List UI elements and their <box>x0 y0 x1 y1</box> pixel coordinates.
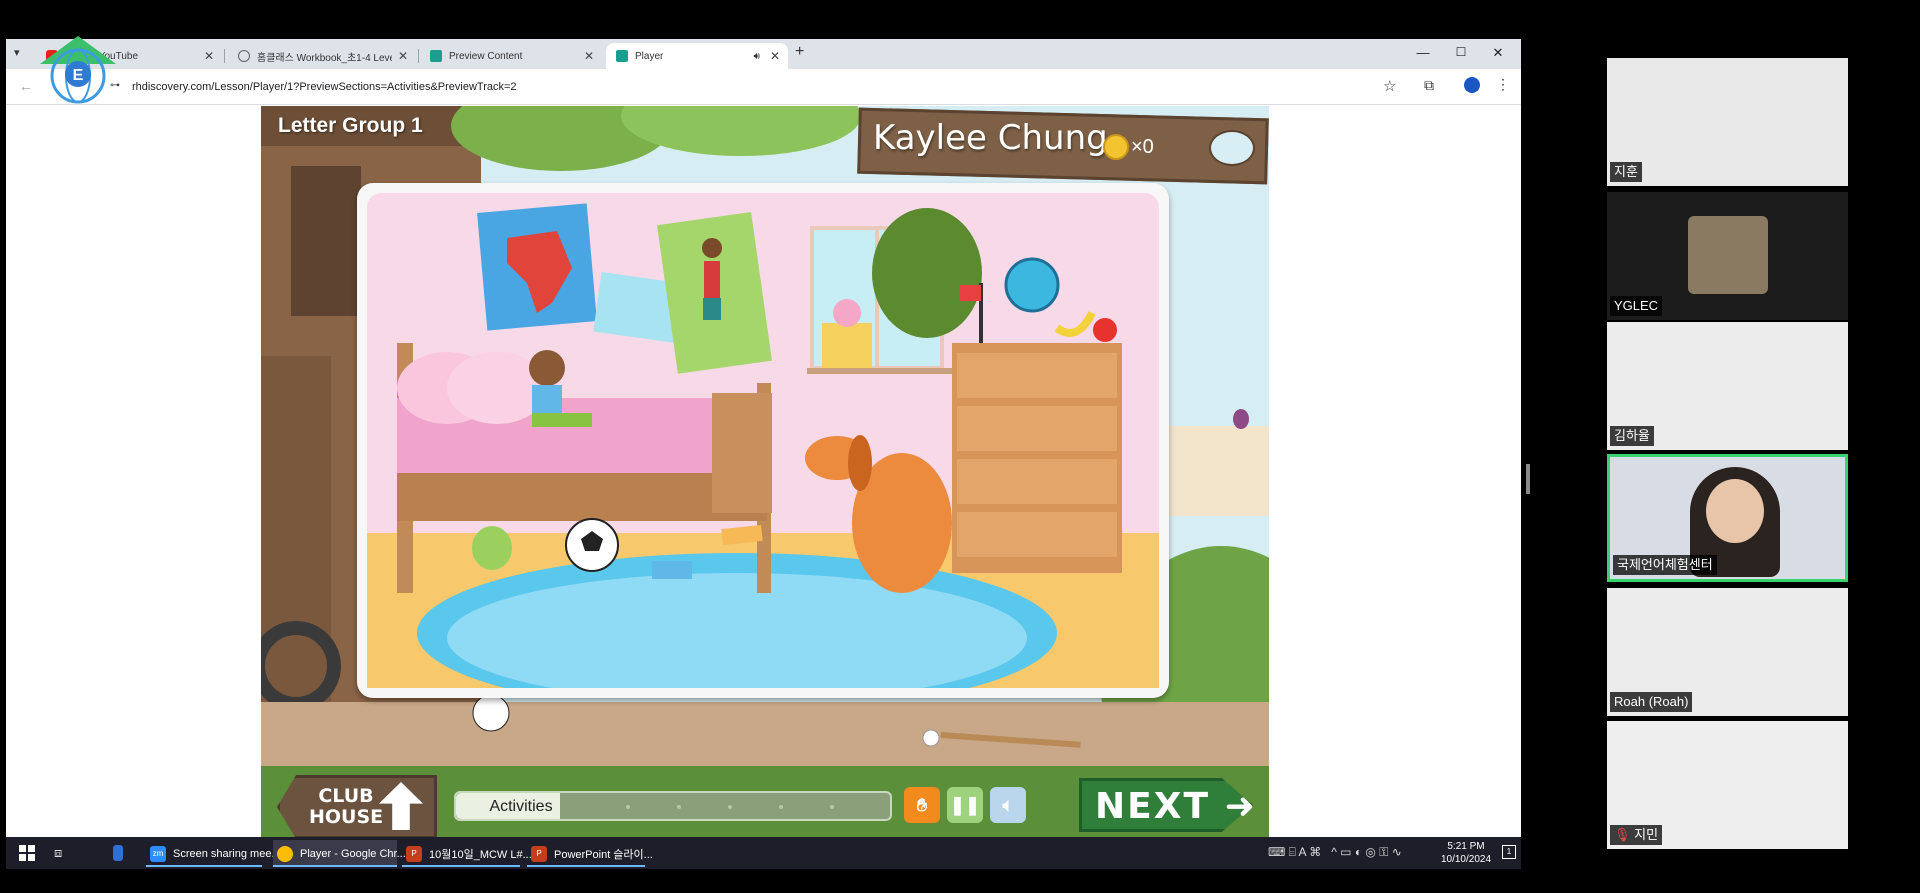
center-logo: E <box>40 36 116 104</box>
window-close-icon[interactable]: ✕ <box>1486 45 1510 61</box>
avatar <box>1688 216 1768 294</box>
notification-icon[interactable]: 1 <box>1502 845 1516 859</box>
taskbar-item-label: Screen sharing mee... <box>173 847 281 860</box>
tab-workbook[interactable]: 홈클래스 Workbook_초1-4 Leve ✕ <box>228 43 416 69</box>
powerpoint-icon: P <box>406 845 422 862</box>
next-text: NEXT <box>1095 786 1211 827</box>
participant-name: 김하율 <box>1610 426 1654 446</box>
taskbar-item-label: Player - Google Chr... <box>300 847 406 860</box>
participant-name: 🎙︎ 지민 <box>1610 825 1663 845</box>
taskbar-item-label: PowerPoint 슬라이... <box>554 848 653 861</box>
minimize-icon[interactable]: — <box>1411 45 1435 60</box>
participant-tile[interactable]: 김하율 <box>1607 322 1848 450</box>
progress-dot <box>779 805 783 809</box>
pinned-app-icon[interactable] <box>113 845 123 861</box>
bedroom-scene <box>367 193 1159 688</box>
muted-mic-icon: 🎙︎ <box>1614 827 1631 842</box>
kebab-menu-icon[interactable]: ⋮ <box>1496 76 1510 93</box>
progress-dot <box>626 805 630 809</box>
clubhouse-label-line1: CLUB <box>318 785 374 807</box>
svg-text:E: E <box>73 67 84 84</box>
participant-name-text: 지민 <box>1634 827 1659 842</box>
bookmark-star-icon[interactable]: ☆ <box>1383 77 1396 95</box>
tab-player[interactable]: Player 🔊︎ ✕ <box>606 43 788 69</box>
zoom-icon: zm <box>150 845 166 862</box>
tab-search-chevron-icon[interactable]: ▾ <box>14 46 20 59</box>
extensions-puzzle-icon[interactable]: ⧉ <box>1424 77 1434 94</box>
running-indicator <box>273 865 397 867</box>
running-indicator <box>402 865 520 867</box>
tab-label: 홈클래스 Workbook_초1-4 Leve <box>257 52 392 64</box>
audio-speaker-button[interactable]: 🔈︎ <box>990 787 1026 823</box>
tab-bar: ▾ ...ong - YouTube ✕ 홈클래스 Workbook_초1-4 … <box>6 39 1521 69</box>
butterfly-icon <box>616 50 628 62</box>
progress-dot <box>677 805 681 809</box>
close-icon[interactable]: ✕ <box>204 49 214 63</box>
windows-taskbar: ⧈ zm Screen sharing mee... Player - Goog… <box>6 837 1521 869</box>
taskbar-item-zoom[interactable]: zm Screen sharing mee... <box>146 840 281 867</box>
task-view-icon[interactable]: ⧈ <box>54 845 62 861</box>
browser-window: ▾ ...ong - YouTube ✕ 홈클래스 Workbook_초1-4 … <box>6 39 1521 837</box>
taskbar-item-chrome[interactable]: Player - Google Chr... <box>273 840 406 867</box>
split-resize-handle[interactable] <box>1526 464 1530 494</box>
pause-button[interactable]: ❚❚ <box>947 787 983 823</box>
tab-divider <box>418 49 419 63</box>
profile-avatar-icon[interactable] <box>1464 77 1480 93</box>
clubhouse-label: CLUB HOUSE <box>309 786 383 828</box>
audio-playing-icon[interactable]: 🔊︎ <box>754 51 760 62</box>
player-name: Kaylee Chung <box>873 118 1108 158</box>
taskbar-item-powerpoint-slideshow[interactable]: P PowerPoint 슬라이... <box>527 840 653 867</box>
running-indicator <box>527 865 645 867</box>
tab-divider <box>224 49 225 63</box>
progress-dot <box>728 805 732 809</box>
treehouse-icon[interactable] <box>1209 130 1255 166</box>
participant-tile[interactable]: YGLEC <box>1607 192 1848 320</box>
tab-label: Player <box>635 50 664 62</box>
participant-tile[interactable]: 지훈 <box>1607 58 1848 186</box>
taskbar-item-label: 10월10일_MCW L#... <box>429 848 532 861</box>
close-icon[interactable]: ✕ <box>398 49 408 63</box>
close-icon[interactable]: ✕ <box>770 49 780 63</box>
tab-label: Preview Content <box>449 50 523 62</box>
coin-icon <box>1103 134 1129 160</box>
participant-name: YGLEC <box>1610 296 1663 316</box>
running-indicator <box>146 865 262 867</box>
windows-start-icon[interactable] <box>19 845 35 861</box>
help-hand-button[interactable]: ✋︎ <box>904 787 940 823</box>
game-player: Letter Group 1 Kaylee Chung ×0 CLUB HOUS… <box>261 106 1269 837</box>
participant-tile[interactable]: Roah (Roah) <box>1607 588 1848 716</box>
powerpoint-icon: P <box>531 845 547 862</box>
coin-count: ×0 <box>1131 136 1154 158</box>
participant-gallery: 지훈 YGLEC 김하율 국제언어체험센터 Roah (Roah) 🎙︎ 지민 <box>1607 58 1848 849</box>
participant-tile[interactable]: 🎙︎ 지민 <box>1607 721 1848 849</box>
close-icon[interactable]: ✕ <box>584 49 594 63</box>
progress-dot <box>830 805 834 809</box>
maximize-icon[interactable]: ☐ <box>1449 45 1473 59</box>
clubhouse-label-line2: HOUSE <box>309 806 384 828</box>
participant-name: 지훈 <box>1610 162 1642 182</box>
participant-name: 국제언어체험센터 <box>1613 555 1717 575</box>
address-bar: ← ⊶ rhdiscovery.com/Lesson/Player/1?Prev… <box>6 69 1521 105</box>
next-label: NEXT ➜ <box>1095 786 1257 827</box>
butterfly-icon <box>430 50 442 62</box>
activity-scene-card <box>357 183 1169 698</box>
letter-group-title: Letter Group 1 <box>278 114 423 137</box>
url-field[interactable]: rhdiscovery.com/Lesson/Player/1?PreviewS… <box>132 81 517 93</box>
participant-tile-active-speaker[interactable]: 국제언어체험센터 <box>1607 454 1848 582</box>
new-tab-plus-icon[interactable]: + <box>795 43 804 61</box>
desktop: ▾ ...ong - YouTube ✕ 홈클래스 Workbook_초1-4 … <box>0 0 1920 893</box>
clock-time[interactable]: 5:21 PM <box>1436 841 1496 852</box>
face <box>1706 479 1764 543</box>
system-tray[interactable]: ⌨ ⌸ A ⌘ ^ ▭ ◐ ◎ ⚿ ∿ <box>1268 845 1402 860</box>
progress-label: Activities <box>489 798 553 815</box>
back-arrow-icon[interactable]: ← <box>19 78 33 94</box>
taskbar-item-powerpoint-file[interactable]: P 10월10일_MCW L#... <box>402 840 532 867</box>
participant-name: Roah (Roah) <box>1610 692 1693 712</box>
tab-preview-content[interactable]: Preview Content ✕ <box>420 43 602 69</box>
globe-icon <box>238 50 250 62</box>
chrome-icon <box>277 845 293 862</box>
clock-date[interactable]: 10/10/2024 <box>1436 854 1496 865</box>
